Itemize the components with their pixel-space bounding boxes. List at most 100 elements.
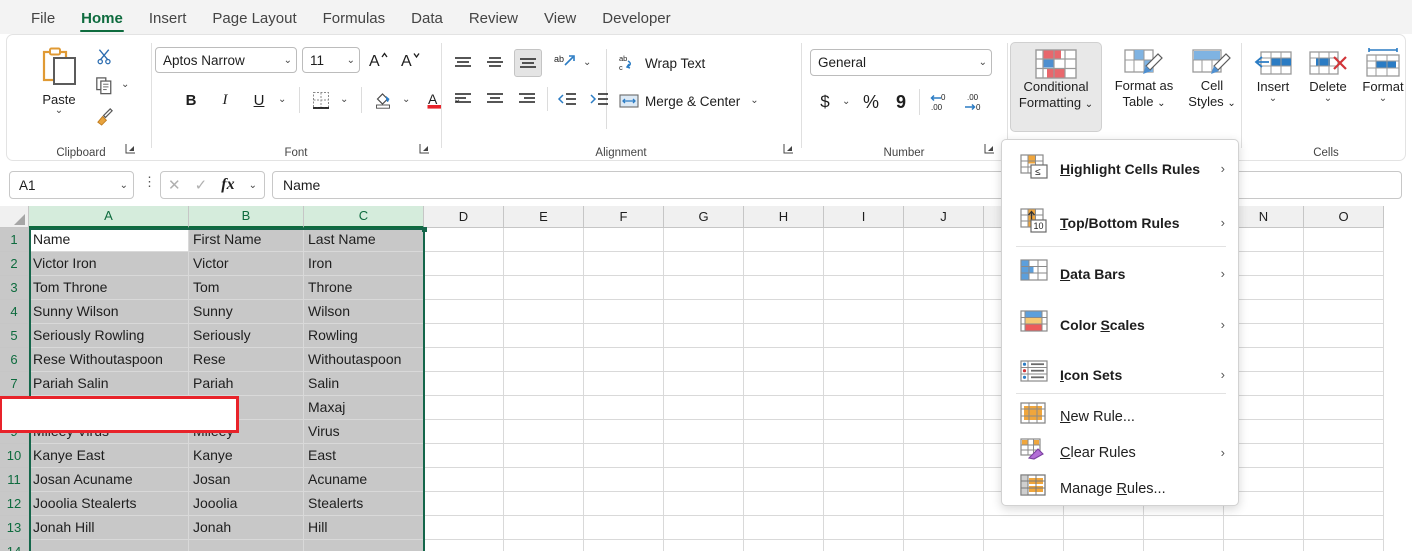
cell-A3[interactable]: Tom Throne	[29, 276, 189, 300]
cell-D12[interactable]	[424, 492, 504, 516]
cell-C12[interactable]: Stealerts	[304, 492, 424, 516]
ribbon-tab-data[interactable]: Data	[398, 11, 456, 34]
font-size-chevron-down-icon[interactable]: ⌄	[344, 55, 355, 66]
cell-C8[interactable]: Maxaj	[304, 396, 424, 420]
cell-I7[interactable]	[824, 372, 904, 396]
cell-B10[interactable]: Kanye	[189, 444, 304, 468]
cell-A9[interactable]: Mileey Virus	[29, 420, 189, 444]
ribbon-tab-home[interactable]: Home	[68, 11, 136, 34]
cell-O1[interactable]	[1304, 228, 1384, 252]
font-size-combo[interactable]: 11 ⌄	[302, 47, 360, 73]
number-format-chevron-down-icon[interactable]: ⌄	[976, 57, 987, 68]
name-box-chevron-down-icon[interactable]: ⌄	[120, 180, 128, 191]
copy-chevron-down-icon[interactable]: ⌄	[121, 80, 129, 90]
cell-G4[interactable]	[664, 300, 744, 324]
menu-item-highlight-cells-rules[interactable]: ≤ Highlight Cells Rules ›	[1003, 143, 1239, 195]
cell-I12[interactable]	[824, 492, 904, 516]
row-header-8[interactable]: 8	[0, 396, 29, 420]
cell-O2[interactable]	[1304, 252, 1384, 276]
cell-H9[interactable]	[744, 420, 824, 444]
merge-center-button[interactable]: Merge & Center ⌄	[616, 87, 776, 115]
cell-B4[interactable]: Sunny	[189, 300, 304, 324]
cell-F2[interactable]	[584, 252, 664, 276]
cell-B8[interactable]: Nikki	[189, 396, 304, 420]
cell-J3[interactable]	[904, 276, 984, 300]
fx-icon[interactable]: fx	[221, 176, 234, 194]
cell-E5[interactable]	[504, 324, 584, 348]
paste-chevron-down-icon[interactable]: ⌄	[55, 106, 63, 116]
cell-J6[interactable]	[904, 348, 984, 372]
cell-G8[interactable]	[664, 396, 744, 420]
column-header-D[interactable]: D	[424, 206, 504, 228]
cell-A8[interactable]: Nikki Maxaj	[29, 396, 189, 420]
cell-F12[interactable]	[584, 492, 664, 516]
cell-I5[interactable]	[824, 324, 904, 348]
cell-O8[interactable]	[1304, 396, 1384, 420]
cell-H8[interactable]	[744, 396, 824, 420]
cell-B14[interactable]	[189, 540, 304, 551]
cell-O10[interactable]	[1304, 444, 1384, 468]
cell-G12[interactable]	[664, 492, 744, 516]
cell-O7[interactable]	[1304, 372, 1384, 396]
cell-styles-chevron-down-icon[interactable]: ⌄	[1227, 98, 1235, 109]
number-format-combo[interactable]: General ⌄	[810, 49, 992, 76]
cell-I9[interactable]	[824, 420, 904, 444]
orientation-button[interactable]: ab	[551, 51, 579, 75]
cell-D10[interactable]	[424, 444, 504, 468]
format-cells-button[interactable]: Format ⌄	[1356, 45, 1410, 137]
cell-J10[interactable]	[904, 444, 984, 468]
cell-O3[interactable]	[1304, 276, 1384, 300]
delete-chevron-down-icon[interactable]: ⌄	[1324, 93, 1332, 103]
conditional-formatting-chevron-down-icon[interactable]: ⌄	[1085, 99, 1093, 110]
accounting-chevron-down-icon[interactable]: ⌄	[842, 97, 850, 107]
menu-item-new-rule[interactable]: New Rule...	[1003, 398, 1239, 435]
ribbon-tab-file[interactable]: File	[18, 11, 68, 34]
cell-F7[interactable]	[584, 372, 664, 396]
cell-C3[interactable]: Throne	[304, 276, 424, 300]
cell-G13[interactable]	[664, 516, 744, 540]
cell-C5[interactable]: Rowling	[304, 324, 424, 348]
cell-K13[interactable]	[984, 516, 1064, 540]
cell-J1[interactable]	[904, 228, 984, 252]
column-header-G[interactable]: G	[664, 206, 744, 228]
alignment-dialog-launcher[interactable]	[781, 143, 795, 157]
accounting-format-button[interactable]: $	[813, 89, 837, 115]
cancel-icon[interactable]: ✕	[168, 176, 181, 194]
cell-N14[interactable]	[1224, 540, 1304, 551]
increase-indent-button[interactable]	[586, 87, 612, 111]
cell-F6[interactable]	[584, 348, 664, 372]
paste-button[interactable]: Paste ⌄	[25, 47, 93, 147]
orientation-chevron-down-icon[interactable]: ⌄	[583, 58, 591, 68]
cell-H10[interactable]	[744, 444, 824, 468]
cell-B13[interactable]: Jonah	[189, 516, 304, 540]
font-name-combo[interactable]: Aptos Narrow ⌄	[155, 47, 297, 73]
cell-A6[interactable]: Rese Withoutaspoon	[29, 348, 189, 372]
ribbon-tab-page-layout[interactable]: Page Layout	[199, 11, 309, 34]
cell-C6[interactable]: Withoutaspoon	[304, 348, 424, 372]
decrease-decimal-button[interactable]: .00 0	[961, 89, 989, 115]
cell-I2[interactable]	[824, 252, 904, 276]
align-center-button[interactable]	[482, 87, 508, 111]
cell-A10[interactable]: Kanye East	[29, 444, 189, 468]
cell-H7[interactable]	[744, 372, 824, 396]
cell-E1[interactable]	[504, 228, 584, 252]
cell-B3[interactable]: Tom	[189, 276, 304, 300]
cell-J12[interactable]	[904, 492, 984, 516]
row-header-9[interactable]: 9	[0, 420, 29, 444]
cell-D7[interactable]	[424, 372, 504, 396]
enter-icon[interactable]: ✓	[195, 176, 208, 194]
cell-I1[interactable]	[824, 228, 904, 252]
cell-J7[interactable]	[904, 372, 984, 396]
cell-J13[interactable]	[904, 516, 984, 540]
cell-J8[interactable]	[904, 396, 984, 420]
cell-A2[interactable]: Victor Iron	[29, 252, 189, 276]
cell-A13[interactable]: Jonah Hill	[29, 516, 189, 540]
cell-B12[interactable]: Jooolia	[189, 492, 304, 516]
cell-A1[interactable]: Name	[29, 228, 189, 252]
cell-G5[interactable]	[664, 324, 744, 348]
row-header-3[interactable]: 3	[0, 276, 29, 300]
column-header-J[interactable]: J	[904, 206, 984, 228]
cell-H3[interactable]	[744, 276, 824, 300]
cell-A4[interactable]: Sunny Wilson	[29, 300, 189, 324]
cell-O4[interactable]	[1304, 300, 1384, 324]
